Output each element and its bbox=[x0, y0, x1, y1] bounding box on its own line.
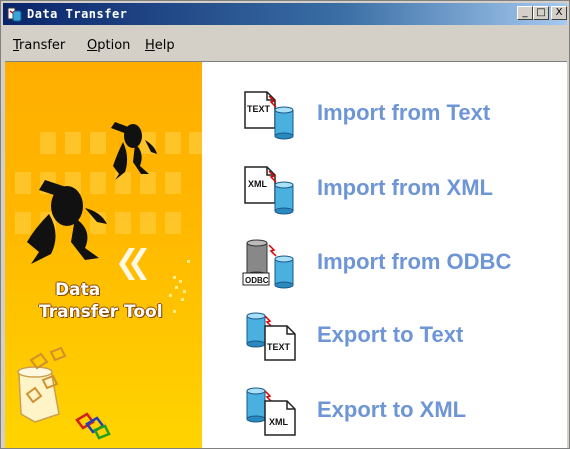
svg-text:XML: XML bbox=[269, 417, 289, 427]
recycle-bin-icon bbox=[17, 346, 67, 423]
import-text-label: Import from Text bbox=[317, 100, 491, 125]
svg-text:XML: XML bbox=[248, 179, 268, 189]
export-xml-label: Export to XML bbox=[317, 397, 467, 422]
import-text-button[interactable]: TEXT Import from Text bbox=[241, 88, 561, 140]
import-xml-button[interactable]: XML Import from XML bbox=[241, 163, 561, 215]
title-bar[interactable]: Data Transfer _ □ X bbox=[3, 3, 567, 25]
close-button[interactable]: X bbox=[551, 6, 567, 20]
export-xml-icon: XML bbox=[246, 387, 296, 436]
banner-title-line1: Data bbox=[55, 280, 101, 300]
menu-option[interactable]: Option bbox=[87, 38, 130, 53]
export-xml-button[interactable]: XML Export to XML bbox=[241, 385, 561, 437]
svg-text:ODBC: ODBC bbox=[245, 276, 269, 285]
svg-text:TEXT: TEXT bbox=[267, 342, 291, 352]
minimize-button[interactable]: _ bbox=[517, 6, 533, 20]
svg-text:TEXT: TEXT bbox=[247, 104, 271, 114]
export-text-button[interactable]: TEXT Export to Text bbox=[241, 310, 561, 362]
export-text-icon: TEXT bbox=[246, 312, 296, 361]
import-odbc-label: Import from ODBC bbox=[317, 249, 512, 274]
app-window: Data Transfer _ □ X Transfer Option Help bbox=[0, 0, 570, 449]
banner-artwork bbox=[15, 122, 202, 440]
window-title: Data Transfer bbox=[27, 7, 128, 21]
import-xml-icon: XML bbox=[244, 166, 294, 215]
import-text-icon: TEXT bbox=[244, 91, 294, 140]
maximize-button[interactable]: □ bbox=[533, 6, 549, 20]
import-xml-label: Import from XML bbox=[317, 175, 493, 200]
import-odbc-button[interactable]: ODBC Import from ODBC bbox=[241, 237, 561, 289]
menu-help[interactable]: Help bbox=[145, 38, 175, 53]
chain-link-icon bbox=[75, 412, 111, 440]
menu-bar: Transfer Option Help bbox=[3, 35, 567, 57]
export-text-label: Export to Text bbox=[317, 322, 464, 347]
banner-panel: Data Transfer Tool bbox=[5, 62, 202, 448]
banner-title-line2: Transfer Tool bbox=[39, 302, 163, 322]
import-odbc-icon: ODBC bbox=[242, 239, 294, 289]
main-content: Data Transfer Tool TEXT Import from Text… bbox=[5, 61, 567, 448]
app-icon bbox=[7, 7, 22, 22]
menu-transfer[interactable]: Transfer bbox=[13, 38, 65, 53]
